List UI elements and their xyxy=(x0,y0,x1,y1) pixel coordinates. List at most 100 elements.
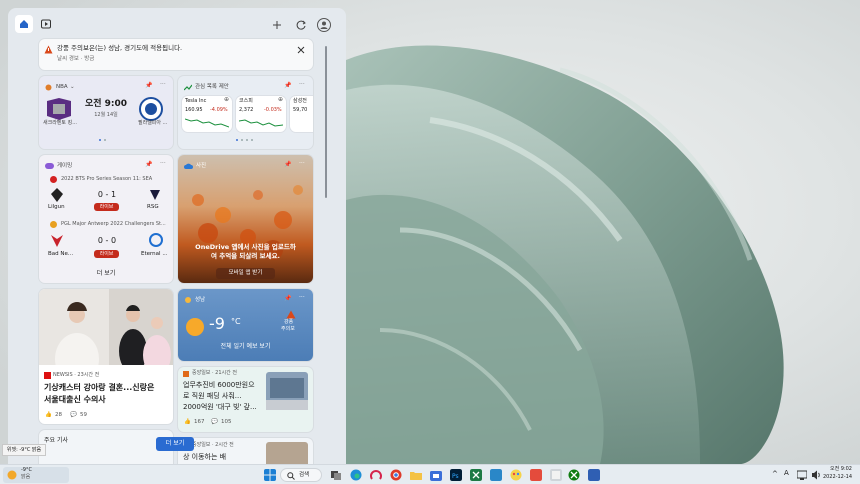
warning-icon xyxy=(286,310,296,319)
game-time: 오전 9:00 xyxy=(84,99,128,109)
match-score: 0 - 0 xyxy=(97,236,117,245)
more-icon[interactable]: ··· xyxy=(299,81,305,89)
photoshop-icon[interactable]: Ps xyxy=(450,469,462,481)
news-card[interactable]: NEWSIS · 23시간 전 기상캐스터 강아랑 결혼...신랑은 서울대출신… xyxy=(39,289,173,424)
gaming-card[interactable]: 게이밍 📌 ··· 2022 BTS Pro Series Season 11:… xyxy=(39,155,173,283)
news-headline: 기상캐스터 강아랑 결혼...신랑은 xyxy=(44,383,155,392)
search-icon xyxy=(287,472,295,480)
edge-icon[interactable] xyxy=(350,469,362,481)
tab-video[interactable] xyxy=(37,15,55,33)
taskbar-search[interactable]: 검색 xyxy=(280,468,322,482)
nba-label: NBA xyxy=(56,84,68,90)
gaming-label: 게이밍 xyxy=(57,163,73,169)
windows-start-icon[interactable] xyxy=(264,469,276,481)
account-button[interactable] xyxy=(317,18,331,32)
comment-icon[interactable]: 💬 xyxy=(70,412,77,418)
stock-name: 코스피 xyxy=(239,98,253,104)
team-logo xyxy=(51,188,63,202)
app-icon[interactable] xyxy=(490,469,502,481)
team-name-left: Lilgun xyxy=(48,204,65,210)
warning-icon xyxy=(44,45,53,54)
pin-icon[interactable]: 📌 xyxy=(284,161,291,169)
pin-icon[interactable]: 📌 xyxy=(145,82,152,90)
weather-unit: °C xyxy=(231,317,241,326)
comment-count: 59 xyxy=(80,412,87,418)
news-card[interactable]: 중앙일보 · 21시간 전 업무추진비 6000만원으 로 직원 패딩 사줘..… xyxy=(178,367,313,432)
weather-alert-card[interactable]: 강풍 주의보은(는) 성남, 경기도에 적용됩니다. 날씨 경보 · 방금 xyxy=(39,39,313,70)
xbox-icon[interactable] xyxy=(568,469,580,481)
more-button[interactable]: 더 보기 xyxy=(156,437,194,451)
refresh-button[interactable] xyxy=(295,19,307,31)
input-language[interactable]: A xyxy=(784,469,789,477)
like-icon[interactable]: 👍 xyxy=(45,412,52,418)
photos-card[interactable]: 사진 📌 ··· OneDrive 앱에서 사진을 업로드하 여 추억을 되살려… xyxy=(178,155,313,283)
gaming-more-link[interactable]: 더 보기 xyxy=(39,270,173,278)
close-icon[interactable] xyxy=(297,46,305,54)
task-view-icon[interactable] xyxy=(330,469,342,481)
chevron-up-icon[interactable]: ^ xyxy=(772,470,778,478)
chart-up-icon xyxy=(184,84,192,91)
carousel-dots[interactable] xyxy=(236,139,253,141)
match-title: PGL Major Antwerp 2022 Challengers St... xyxy=(61,221,166,227)
store-icon[interactable] xyxy=(430,469,442,481)
taskbar-time[interactable]: 오전 9:02 xyxy=(826,466,852,473)
chevron-down-icon[interactable]: ⌄ xyxy=(70,84,75,90)
add-icon[interactable]: ⊕ xyxy=(224,96,229,104)
stock-item[interactable]: 삼성전 59,70 xyxy=(290,96,313,132)
alert-subtitle: 날씨 경보 · 방금 xyxy=(57,56,95,62)
top-stories-card[interactable]: 주요 기사 xyxy=(39,430,173,464)
pin-icon[interactable]: 📌 xyxy=(284,82,291,90)
tab-home[interactable] xyxy=(15,15,33,33)
panel-scrollbar[interactable] xyxy=(325,46,327,198)
like-count: 28 xyxy=(55,412,62,418)
weather-widget-button[interactable]: -9°C 맑음 xyxy=(3,467,69,483)
add-icon[interactable]: ⊕ xyxy=(278,96,283,104)
app-icon[interactable] xyxy=(588,469,600,481)
refresh-icon xyxy=(296,20,306,30)
get-mobile-app-button[interactable]: 모바일 앱 받기 xyxy=(216,268,275,279)
stock-price: 2,372 xyxy=(239,107,254,113)
more-icon[interactable]: ··· xyxy=(160,81,166,89)
comment-icon[interactable]: 💬 xyxy=(211,419,218,425)
weather-city: 성남 xyxy=(195,297,206,303)
team-name-left: Bad Ne... xyxy=(48,251,74,257)
pin-icon[interactable]: 📌 xyxy=(284,295,291,303)
top-stories-label: 주요 기사 xyxy=(44,437,68,444)
more-icon[interactable]: ··· xyxy=(160,160,166,168)
more-icon[interactable]: ··· xyxy=(299,294,305,302)
stock-item[interactable]: Tesla Inc ⊕ 160.95 -4.09% xyxy=(182,96,232,132)
full-forecast-link[interactable]: 전체 일기 예보 보기 xyxy=(178,343,313,351)
chrome-icon[interactable] xyxy=(390,469,402,481)
more-icon[interactable]: ··· xyxy=(299,160,305,168)
match-score: 0 - 1 xyxy=(97,190,117,199)
stock-price: 59,70 xyxy=(293,107,308,113)
file-explorer-icon[interactable] xyxy=(410,469,422,481)
team-logo xyxy=(51,235,63,247)
snipping-tool-icon[interactable] xyxy=(370,469,382,481)
pin-icon[interactable]: 📌 xyxy=(145,161,152,169)
stock-item[interactable]: 코스피 ⊕ 2,372 -0.03% xyxy=(236,96,286,132)
weather-card[interactable]: 성남 📌 ··· -9 °C 강풍 주의보 전체 일기 예보 보기 xyxy=(178,289,313,361)
taskbar-date[interactable]: 2022-12-14 xyxy=(820,474,852,481)
weather-temperature: -9 xyxy=(209,314,225,333)
weather-alert-line1: 강풍 xyxy=(284,319,294,325)
team-name-left: 새크라멘토 킹... xyxy=(43,120,77,126)
add-widget-button[interactable] xyxy=(271,19,283,31)
news-headline: 업무추진비 6000만원으 xyxy=(183,381,255,389)
excel-icon[interactable] xyxy=(470,469,482,481)
nba-card[interactable]: NBA ⌄ 📌 ··· 새크라멘토 킹... 오전 9:00 12월 14일 필… xyxy=(39,76,173,149)
app-icon[interactable] xyxy=(530,469,542,481)
svg-text:Ps: Ps xyxy=(452,473,459,480)
stocks-card[interactable]: 관심 목록 제안 📌 ··· Tesla Inc ⊕ 160.95 -4.09%… xyxy=(178,76,313,149)
app-icon[interactable] xyxy=(550,469,562,481)
like-count: 167 xyxy=(194,419,205,425)
network-icon[interactable] xyxy=(797,470,807,480)
carousel-dots[interactable] xyxy=(99,139,106,141)
stock-change: -0.03% xyxy=(264,107,282,113)
news-card[interactable]: 중앙일보 · 2시간 전 상 이동하는 배 xyxy=(178,438,313,464)
video-icon xyxy=(41,19,51,29)
paint-icon[interactable] xyxy=(510,469,522,481)
like-icon[interactable]: 👍 xyxy=(184,419,191,425)
stock-price: 160.95 xyxy=(185,107,203,113)
taskbar-weather-temp: -9°C xyxy=(21,467,32,473)
